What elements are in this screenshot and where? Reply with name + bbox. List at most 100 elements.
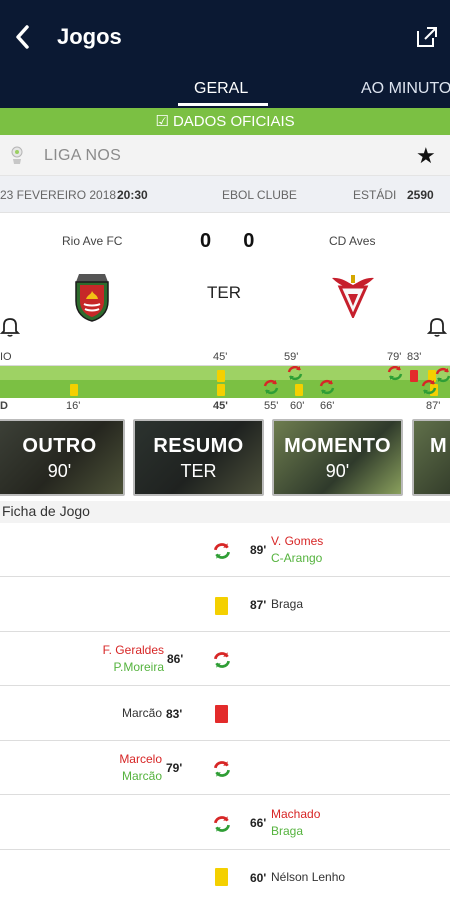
event-players: Marcelo Marcão — [119, 751, 162, 785]
event-player: Braga — [271, 597, 304, 611]
timeline-bar-highlight — [0, 366, 450, 380]
league-logo-icon — [11, 146, 23, 164]
yellow-card-marker — [295, 384, 303, 396]
active-tab-indicator — [178, 103, 268, 106]
substitution-marker-icon — [319, 379, 335, 395]
media-card-title: RESUMO — [153, 435, 244, 457]
event-row[interactable]: 66' Machado Braga — [0, 795, 450, 850]
yellow-card-icon — [215, 597, 228, 615]
substitution-icon — [213, 761, 231, 777]
tab-ao-minuto[interactable]: AO MINUTO — [361, 80, 450, 98]
home-bell-icon[interactable] — [0, 315, 20, 337]
substitution-icon — [213, 652, 231, 668]
media-card-title: MOMENTO — [284, 435, 391, 457]
substitution-icon — [213, 543, 231, 559]
player-out: C-Arango — [271, 551, 323, 565]
timeline-bottom-minute: 66' — [320, 400, 335, 412]
match-screen: Jogos GERAL AO MINUTO ☑ DADOS OFICIAIS L… — [0, 0, 450, 900]
app-header: Jogos GERAL AO MINUTO — [0, 0, 450, 108]
official-data-label: ☑ DADOS OFICIAIS — [155, 113, 295, 130]
media-card-subtitle: 90' — [325, 461, 350, 481]
timeline-top-labels: IO 45' 59' 79' 83' — [0, 349, 450, 366]
event-row[interactable]: Marcelo Marcão 79' — [0, 741, 450, 795]
venue-fragment: EBOL CLUBE — [222, 188, 297, 202]
media-card-partial[interactable]: M — [412, 419, 450, 496]
red-card-marker — [410, 370, 418, 382]
media-card-title: M — [430, 435, 448, 457]
ficha-label: Ficha de Jogo — [2, 503, 90, 519]
timeline-bottom-labels: D 16' 45' 55' 60' 66' 87' — [0, 398, 450, 419]
event-minute: 87' — [250, 598, 267, 612]
timeline-bar — [0, 366, 450, 398]
timeline-bottom-minute: 87' — [426, 400, 441, 412]
timeline-top-minute: 79' — [387, 351, 402, 363]
events-list: 89' V. Gomes C-Arango 87' Braga F. Geral… — [0, 523, 450, 900]
media-card-title: OUTRO — [22, 435, 97, 457]
player-in: Marcelo — [119, 752, 162, 766]
media-card-outro[interactable]: OUTRO 90' — [0, 419, 125, 496]
timeline-top-minute: 45' — [213, 351, 228, 363]
match-timeline: IO 45' 59' 79' 83' D 16' 45' 55' 60' 66'… — [0, 349, 450, 419]
substitution-marker-icon — [387, 366, 403, 381]
event-minute: 83' — [166, 707, 183, 721]
star-icon[interactable]: ★ — [416, 143, 436, 169]
substitution-icon — [213, 816, 231, 832]
match-time: 20:30 — [117, 188, 148, 202]
media-card-momento[interactable]: MOMENTO 90' — [272, 419, 403, 496]
event-row[interactable]: F. Geraldes P.Moreira 86' — [0, 632, 450, 686]
away-score: 0 — [243, 230, 256, 252]
player-in: V. Gomes — [271, 534, 324, 548]
event-minute: 79' — [166, 761, 183, 775]
home-team-name: Rio Ave FC — [62, 234, 123, 248]
timeline-top-minute: 59' — [284, 351, 299, 363]
event-players: F. Geraldes P.Moreira — [103, 642, 164, 676]
event-players: Machado Braga — [271, 806, 320, 840]
timeline-top-label: IO — [0, 351, 12, 363]
player-out: Braga — [271, 824, 304, 838]
red-card-icon — [215, 705, 228, 723]
chevron-left-icon[interactable] — [8, 20, 38, 54]
yellow-card-marker — [70, 384, 78, 396]
league-name: LIGA NOS — [44, 147, 122, 164]
event-row[interactable]: 89' V. Gomes C-Arango — [0, 523, 450, 577]
match-info-row: 23 FEVEREIRO 2018 20:30 EBOL CLUBE ESTÁD… — [0, 176, 450, 213]
page-title: Jogos — [57, 24, 122, 49]
league-row[interactable]: LIGA NOS ★ — [0, 135, 450, 176]
official-data-banner: ☑ DADOS OFICIAIS — [0, 108, 450, 135]
timeline-bottom-minute: 16' — [66, 400, 81, 412]
home-score: 0 — [200, 230, 213, 252]
player-in: Machado — [271, 807, 321, 821]
timeline-bottom-minute: 45' — [213, 400, 228, 412]
yellow-card-icon — [215, 868, 228, 886]
ficha-de-jogo-header: Ficha de Jogo — [0, 501, 450, 523]
event-minute: 89' — [250, 543, 267, 557]
timeline-top-minute: 83' — [407, 351, 422, 363]
event-row[interactable]: 87' Braga — [0, 577, 450, 632]
timeline-bottom-label: D — [0, 400, 8, 412]
media-card-resumo[interactable]: RESUMO TER — [133, 419, 264, 496]
match-status: TER — [207, 283, 241, 302]
event-minute: 60' — [250, 871, 267, 885]
attendance-value: 2590 — [407, 188, 434, 202]
away-bell-icon[interactable] — [427, 315, 447, 337]
rio-ave-crest-icon[interactable] — [70, 270, 114, 322]
media-carousel: OUTRO 90' RESUMO TER MOMENTO 90' M — [0, 419, 450, 499]
event-row[interactable]: Marcão 83' — [0, 686, 450, 741]
open-external-icon[interactable] — [414, 24, 440, 50]
event-minute: 66' — [250, 816, 267, 830]
match-date: 23 FEVEREIRO 2018 — [0, 188, 117, 202]
media-card-subtitle: 90' — [47, 461, 72, 481]
event-player: Nélson Lenho — [271, 870, 346, 884]
substitution-marker-icon — [287, 366, 303, 381]
yellow-card-marker — [217, 370, 225, 382]
player-out: P.Moreira — [113, 660, 164, 674]
yellow-card-marker — [217, 384, 225, 396]
tab-geral[interactable]: GERAL — [194, 80, 248, 98]
event-row[interactable]: 60' Nélson Lenho — [0, 850, 450, 900]
cd-aves-crest-icon[interactable] — [330, 273, 376, 318]
scoreboard: Rio Ave FC CD Aves 0 0 TER — [0, 213, 450, 349]
event-players: V. Gomes C-Arango — [271, 533, 323, 567]
substitution-marker-icon — [263, 379, 279, 395]
stadium-label: ESTÁDI — [353, 188, 397, 202]
substitution-marker-icon — [435, 367, 450, 383]
